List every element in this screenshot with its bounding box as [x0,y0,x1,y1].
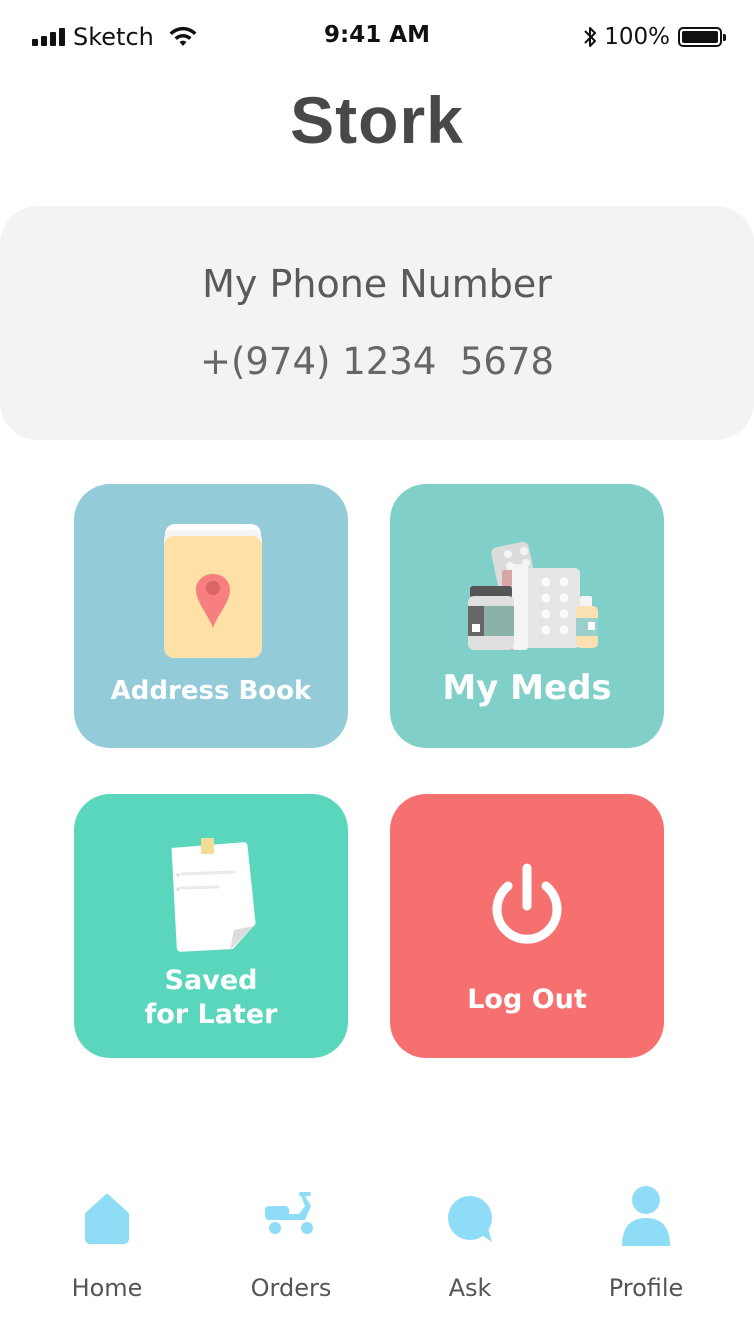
phone-number-value: +(974) 1234 5678 [199,340,555,383]
nav-label-home: Home [71,1274,143,1302]
nav-item-profile[interactable]: Profile [571,1160,721,1310]
address-book-tile[interactable]: Address Book [74,484,348,748]
battery-icon [678,27,726,47]
nav-item-ask[interactable]: Ask [395,1160,545,1310]
status-right: 100% [582,22,726,52]
nav-label-ask: Ask [448,1274,492,1302]
note-icon [171,838,256,952]
saved-for-later-label: Saved for Later [144,965,278,1030]
power-icon [492,863,562,944]
app-title: Stork [290,83,464,157]
my-meds-label: My Meds [442,668,612,708]
nav-label-orders: Orders [250,1274,332,1302]
address-book-pin-icon [164,524,262,658]
battery-percent: 100% [604,24,670,50]
person-icon [622,1186,670,1246]
status-bar: Sketch 9:41 AM 100% [0,0,754,72]
log-out-tile[interactable]: Log Out [390,794,664,1058]
bottom-nav: Home Orders Ask Profile [0,1160,754,1332]
nav-item-home[interactable]: Home [32,1160,182,1310]
scooter-icon [265,1192,313,1234]
nav-item-orders[interactable]: Orders [216,1160,366,1310]
log-out-label: Log Out [467,984,587,1015]
bluetooth-icon [584,27,597,47]
nav-label-profile: Profile [608,1274,684,1302]
address-book-label: Address Book [110,676,312,706]
saved-for-later-tile[interactable]: Saved for Later [74,794,348,1058]
phone-number-label: My Phone Number [202,262,552,306]
home-icon [85,1194,129,1244]
my-meds-tile[interactable]: My Meds [390,484,664,748]
chat-bubble-icon [448,1196,492,1242]
medicine-icon [468,541,598,650]
phone-number-card: My Phone Number +(974) 1234 5678 [0,206,754,440]
